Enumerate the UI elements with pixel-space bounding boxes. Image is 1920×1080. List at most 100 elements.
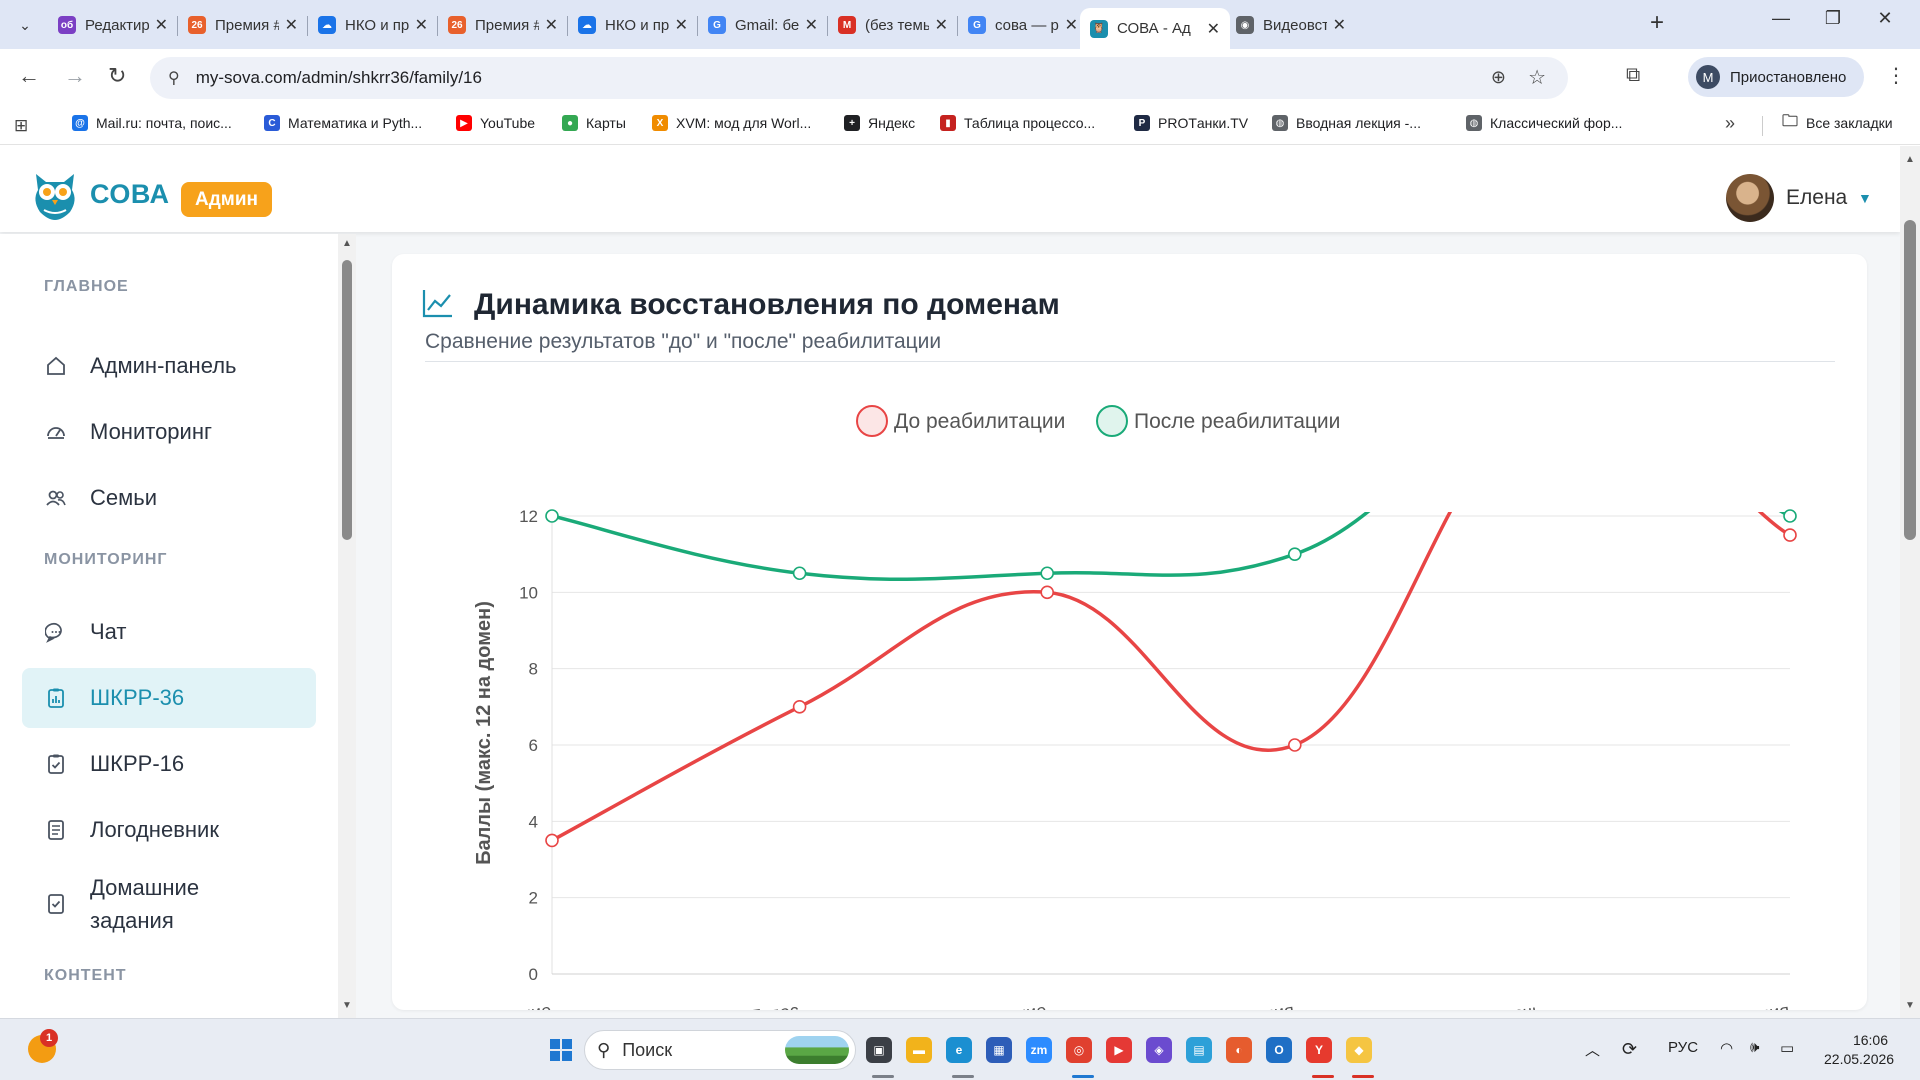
zoom-icon[interactable]: ⊕ — [1491, 67, 1506, 88]
sidebar-item[interactable]: Семьи — [22, 468, 316, 528]
yandex-disk-icon[interactable]: ◆ — [1346, 1037, 1372, 1063]
address-bar[interactable]: ⚲ my-sova.com/admin/shkrr36/family/16 ⊕ … — [150, 57, 1568, 99]
scroll-down-icon[interactable]: ▼ — [1905, 1000, 1915, 1011]
wifi-icon[interactable]: ◠ — [1720, 1039, 1733, 1057]
user-name[interactable]: Елена — [1786, 186, 1847, 210]
browser-tab[interactable]: ☁ НКО и про ✕ — [308, 8, 438, 42]
new-tab-button[interactable]: + — [1650, 9, 1664, 37]
restore-button[interactable]: ❐ — [1810, 8, 1856, 29]
scroll-down-icon[interactable]: ▼ — [342, 1000, 352, 1011]
bookmark-item[interactable]: ◍ Классический фор... — [1466, 115, 1622, 131]
bookmark-item[interactable]: ▶ YouTube — [456, 115, 535, 131]
page-scrollbar[interactable]: ▲ ▼ — [1900, 146, 1920, 1018]
extensions-icon[interactable]: ⧉ — [1626, 64, 1640, 87]
close-tab-icon[interactable]: ✕ — [805, 15, 818, 35]
data-point[interactable] — [545, 833, 559, 848]
sidebar-item[interactable]: Мониторинг — [22, 402, 316, 462]
page-scroll-thumb[interactable] — [1904, 220, 1916, 540]
owl-logo-icon[interactable] — [30, 170, 80, 222]
data-point[interactable] — [545, 509, 559, 523]
legend-label[interactable]: До реабилитации — [894, 410, 1065, 433]
data-point[interactable] — [1040, 566, 1055, 581]
close-tab-icon[interactable]: ✕ — [1333, 15, 1346, 35]
sidebar-item[interactable]: Домашние задания — [22, 866, 316, 942]
browser-tab[interactable]: G Gmail: без ✕ — [698, 8, 828, 42]
chrome-icon[interactable]: ◎ — [1066, 1037, 1092, 1063]
caret-down-icon[interactable]: ▼ — [1858, 190, 1872, 206]
sync-icon[interactable]: ⟳ — [1622, 1039, 1637, 1060]
browser-tab[interactable]: об Редактиров ✕ — [48, 8, 178, 42]
url-text[interactable]: my-sova.com/admin/shkrr36/family/16 — [196, 68, 482, 88]
apps-grid-icon[interactable]: ⊞ — [14, 116, 28, 136]
browser-tab[interactable]: 26 Премия #НК ✕ — [178, 8, 308, 42]
legend-swatch[interactable] — [856, 405, 888, 437]
sidebar-item[interactable]: ШКРР-16 — [22, 734, 316, 794]
user-avatar[interactable] — [1726, 174, 1774, 222]
windows-start-icon[interactable] — [550, 1039, 572, 1061]
close-tab-icon[interactable]: ✕ — [935, 15, 948, 35]
sidebar-item[interactable]: Чат — [22, 602, 316, 662]
scroll-up-icon[interactable]: ▲ — [342, 238, 352, 249]
all-bookmarks-button[interactable]: 🗀 Все закладки — [1782, 113, 1893, 132]
close-tab-icon[interactable]: ✕ — [675, 15, 688, 35]
tab-search-button[interactable]: ⌄ — [10, 10, 40, 40]
data-point[interactable] — [1287, 547, 1302, 561]
sidebar-item[interactable]: Админ-панель — [22, 336, 316, 396]
bookmark-item[interactable]: X XVM: мод для Worl... — [652, 115, 811, 131]
edge-icon[interactable]: e — [946, 1037, 972, 1063]
data-point[interactable] — [1783, 509, 1797, 523]
notepad-icon[interactable]: ▤ — [1186, 1037, 1212, 1063]
logo-text[interactable]: СОВА — [90, 179, 169, 210]
language-indicator[interactable]: РУС — [1668, 1039, 1698, 1056]
show-hidden-icons[interactable]: ︿ — [1585, 1039, 1600, 1060]
legend-swatch[interactable] — [1096, 405, 1128, 437]
browser-tab[interactable]: 26 Премия #НК ✕ — [438, 8, 568, 42]
battery-icon[interactable]: ▭ — [1780, 1039, 1794, 1057]
more-bookmarks-icon[interactable]: » — [1725, 113, 1735, 134]
task-view-icon[interactable]: ▣ — [866, 1037, 892, 1063]
bookmark-item[interactable]: ◍ Вводная лекция -... — [1272, 115, 1421, 131]
reload-button[interactable]: ↻ — [108, 63, 126, 89]
data-point[interactable] — [1783, 528, 1797, 542]
taskbar-search[interactable]: ⚲ Поиск — [584, 1030, 856, 1070]
browser-tab[interactable]: G сова — ре ✕ — [958, 8, 1088, 42]
sidebar-scroll-thumb[interactable] — [342, 260, 352, 540]
browser-menu-icon[interactable]: ⋮ — [1886, 63, 1906, 88]
screen-recorder-icon[interactable]: ▶ — [1106, 1037, 1132, 1063]
data-point[interactable] — [792, 700, 807, 714]
minimize-button[interactable]: — — [1758, 8, 1804, 29]
browser-tab[interactable]: ☁ НКО и про ✕ — [568, 8, 698, 42]
volume-icon[interactable]: 🕪 — [1750, 1039, 1759, 1056]
sidebar-scrollbar[interactable]: ▲ ▼ — [338, 234, 356, 1018]
legend-label[interactable]: После реабилитации — [1134, 410, 1340, 433]
clock[interactable]: 16:06 22.05.2026 — [1824, 1031, 1894, 1069]
browser-tab[interactable]: ◉ Видеовстр ✕ — [1226, 8, 1356, 42]
back-button[interactable]: ← — [18, 63, 40, 89]
close-tab-icon[interactable]: ✕ — [155, 15, 168, 35]
store-icon[interactable]: ▦ — [986, 1037, 1012, 1063]
close-tab-icon[interactable]: ✕ — [285, 15, 298, 35]
sidebar-item[interactable]: Логодневник — [22, 800, 316, 860]
close-tab-icon[interactable]: ✕ — [545, 15, 558, 35]
forward-button[interactable]: → — [64, 63, 86, 89]
site-info-icon[interactable]: ⚲ — [168, 68, 180, 88]
bookmark-star-icon[interactable]: ☆ — [1528, 65, 1546, 90]
sidebar-item[interactable]: ШКРР-36 — [22, 668, 316, 728]
bookmark-item[interactable]: ▮ Таблица процессо... — [940, 115, 1095, 131]
bookmark-item[interactable]: C Математика и Pyth... — [264, 115, 422, 131]
bookmark-item[interactable]: + Яндекс — [844, 115, 915, 131]
scroll-up-icon[interactable]: ▲ — [1905, 154, 1915, 165]
office-icon[interactable]: ◐ — [1226, 1037, 1252, 1063]
bookmark-item[interactable]: P PROTанки.TV — [1134, 115, 1248, 131]
close-tab-icon[interactable]: ✕ — [415, 15, 428, 35]
profile-button[interactable]: M Приостановлено — [1688, 57, 1865, 97]
file-explorer-icon[interactable]: ▬ — [906, 1037, 932, 1063]
data-point[interactable] — [1040, 585, 1055, 600]
bookmark-item[interactable]: @ Mail.ru: почта, поис... — [72, 115, 232, 131]
photos-icon[interactable]: ◈ — [1146, 1037, 1172, 1063]
browser-tab[interactable]: M (без темы) ✕ — [828, 8, 958, 42]
data-point[interactable] — [792, 566, 807, 581]
browser-tab[interactable]: 🦉 СОВА - Ад ✕ — [1080, 8, 1230, 49]
data-point[interactable] — [1287, 738, 1302, 752]
outlook-icon[interactable]: O — [1266, 1037, 1292, 1063]
